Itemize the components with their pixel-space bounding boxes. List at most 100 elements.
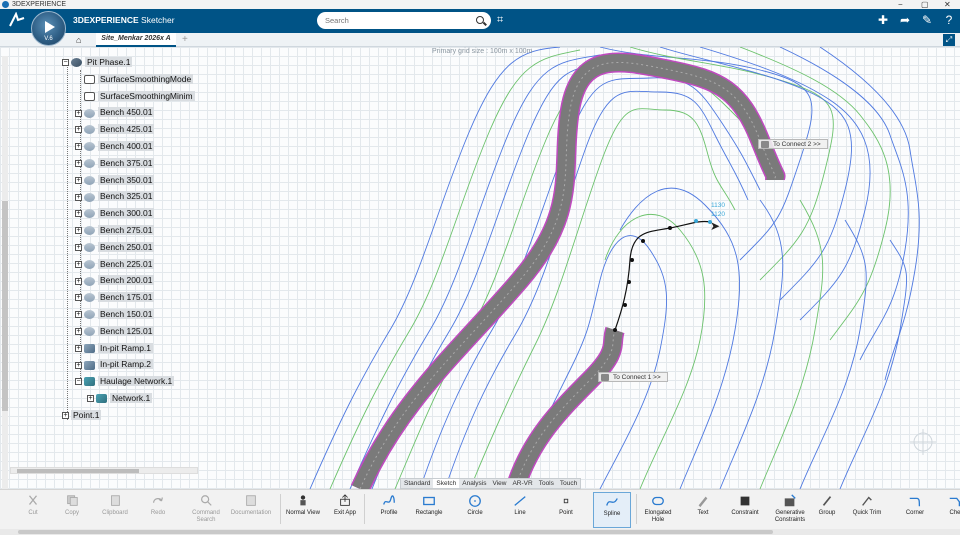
tree-node[interactable]: + Bench 425.01 xyxy=(75,123,155,136)
generative-constraints-button[interactable]: Generative Constraints xyxy=(772,492,808,528)
action-bar-scrollbar[interactable] xyxy=(0,529,960,535)
tree-node[interactable]: + Bench 375.01 xyxy=(75,157,155,170)
tree-node[interactable]: + Bench 350.01 xyxy=(75,174,155,187)
point-button[interactable]: Point xyxy=(549,492,583,528)
scrollbar-thumb[interactable] xyxy=(17,469,139,473)
tree-node[interactable]: + Bench 325.01 xyxy=(75,190,155,203)
context-tab[interactable]: Tools xyxy=(536,479,557,488)
share-icon[interactable]: ➦ xyxy=(897,13,913,28)
rectangle-button[interactable]: Rectangle xyxy=(410,492,448,528)
expand-toggle-icon[interactable]: + xyxy=(62,412,69,420)
search-input[interactable] xyxy=(325,14,465,27)
tree-node[interactable]: + Bench 225.01 xyxy=(75,258,155,271)
tree-node[interactable]: SurfaceSmoothingMinim xyxy=(75,90,195,103)
compass-widget[interactable]: V.6 xyxy=(31,11,66,46)
add-tab-button[interactable]: + xyxy=(182,33,188,46)
tree-node[interactable]: + Bench 150.01 xyxy=(75,308,155,321)
connect-2-callout[interactable]: To Connect 2 >> xyxy=(758,139,828,149)
scrollbar-thumb[interactable] xyxy=(18,530,773,534)
tree-node[interactable]: + Network.1 xyxy=(87,392,153,405)
context-tab[interactable]: AR-VR xyxy=(509,479,535,488)
tree-node[interactable]: SurfaceSmoothingMode xyxy=(75,73,194,86)
tree-node[interactable]: − Pit Phase.1 xyxy=(62,56,133,69)
expand-toggle-icon[interactable]: + xyxy=(75,244,82,252)
search-box[interactable] xyxy=(317,12,491,29)
expand-toggle-icon[interactable]: + xyxy=(75,227,82,235)
tree-node-label: Bench 125.01 xyxy=(98,325,155,336)
expand-toggle-icon[interactable]: + xyxy=(75,344,82,352)
tree-node[interactable]: + In-pit Ramp.2 xyxy=(75,358,154,371)
expand-toggle-icon[interactable]: + xyxy=(87,395,94,403)
tools-icon[interactable]: ✎ xyxy=(919,13,935,28)
expand-toggle-icon[interactable]: + xyxy=(75,143,82,151)
tree-node[interactable]: + Bench 250.01 xyxy=(75,241,155,254)
expand-toggle-icon[interactable]: + xyxy=(75,328,82,336)
tree-node[interactable]: + Bench 175.01 xyxy=(75,291,155,304)
expand-toggle-icon[interactable]: + xyxy=(75,176,82,184)
tree-node[interactable]: − Haulage Network.1 xyxy=(75,375,175,388)
expand-toggle-icon[interactable]: − xyxy=(75,378,82,386)
view-compass-icon[interactable] xyxy=(910,429,936,455)
tree-node[interactable]: + Bench 125.01 xyxy=(75,325,155,338)
context-tab[interactable]: Standard xyxy=(401,479,433,488)
quick-trim-button[interactable]: Quick Trim xyxy=(850,492,884,528)
expand-toggle-icon[interactable]: − xyxy=(62,59,69,67)
expand-toggle-icon[interactable]: + xyxy=(75,277,82,285)
context-tab[interactable]: Sketch xyxy=(433,479,460,488)
clipboard-button[interactable]: Clipboard xyxy=(95,492,135,528)
minimize-button[interactable]: − xyxy=(898,0,903,9)
profile-button[interactable]: Profile xyxy=(372,492,406,528)
expand-icon[interactable]: ⤢ xyxy=(943,34,955,46)
corner-button[interactable]: Corner xyxy=(898,492,932,528)
home-icon[interactable]: ⌂ xyxy=(76,35,81,45)
expand-toggle-icon[interactable]: + xyxy=(75,361,82,369)
tag-icon[interactable]: ⌗ xyxy=(497,14,509,26)
expand-toggle-icon[interactable]: + xyxy=(75,126,82,134)
redo-button[interactable]: Redo xyxy=(140,492,176,528)
sketch-canvas[interactable]: Primary grid size : 100m x 100m To Conne… xyxy=(0,47,960,489)
tree-node[interactable]: + Bench 200.01 xyxy=(75,274,155,287)
circle-button[interactable]: Circle xyxy=(458,492,492,528)
context-tab[interactable]: View xyxy=(489,479,509,488)
connect-icon xyxy=(761,141,769,148)
normal-view-button[interactable]: Normal View xyxy=(286,492,320,528)
close-button[interactable]: ✕ xyxy=(944,0,951,9)
restore-button[interactable]: ▢ xyxy=(921,0,929,9)
tree-horizontal-scrollbar[interactable] xyxy=(10,467,198,474)
expand-toggle-icon[interactable]: + xyxy=(75,260,82,268)
exit-app-button[interactable]: Exit App xyxy=(330,492,360,528)
tab-site-menkar[interactable]: Site_Menkar 2026x A xyxy=(96,33,176,47)
command-search-button[interactable]: Command Search xyxy=(188,492,224,528)
expand-toggle-icon[interactable]: + xyxy=(75,193,82,201)
help-icon[interactable]: ? xyxy=(941,13,957,28)
add-icon[interactable]: ✚ xyxy=(875,13,891,28)
spline-button[interactable]: Spline xyxy=(593,492,631,528)
documentation-button[interactable]: Documentation xyxy=(228,492,274,528)
expand-toggle-icon[interactable]: + xyxy=(75,160,82,168)
play-icon[interactable] xyxy=(45,21,55,33)
group-button[interactable]: Group xyxy=(812,492,842,528)
che-button[interactable]: Che xyxy=(945,492,960,528)
context-tab[interactable]: Touch xyxy=(557,479,580,488)
text-button[interactable]: Text xyxy=(688,492,718,528)
line-button[interactable]: Line xyxy=(503,492,537,528)
copy-button[interactable]: Copy xyxy=(55,492,89,528)
context-tab[interactable]: Analysis xyxy=(459,479,489,488)
expand-toggle-icon[interactable]: + xyxy=(75,294,82,302)
tree-node[interactable]: + Bench 275.01 xyxy=(75,224,155,237)
expand-toggle-icon[interactable]: + xyxy=(75,311,82,319)
tree-node[interactable]: + Bench 450.01 xyxy=(75,106,155,119)
ramp-2[interactable] xyxy=(505,326,625,489)
tree-node[interactable]: + Bench 300.01 xyxy=(75,207,155,220)
tree-node[interactable]: + In-pit Ramp.1 xyxy=(75,342,154,355)
tree-node[interactable]: + Bench 400.01 xyxy=(75,140,155,153)
expand-toggle-icon[interactable]: + xyxy=(75,210,82,218)
expand-toggle-icon[interactable]: + xyxy=(75,109,82,117)
connect-1-callout[interactable]: To Connect 1 >> xyxy=(598,372,668,382)
cut-button[interactable]: Cut xyxy=(16,492,50,528)
constraint-button[interactable]: Constraint xyxy=(726,492,764,528)
elongated-hole-button[interactable]: Elongated Hole xyxy=(640,492,676,528)
search-icon[interactable] xyxy=(476,16,484,24)
tree-node[interactable]: + Point.1 xyxy=(62,409,102,422)
3ds-logo-icon[interactable] xyxy=(8,11,26,33)
